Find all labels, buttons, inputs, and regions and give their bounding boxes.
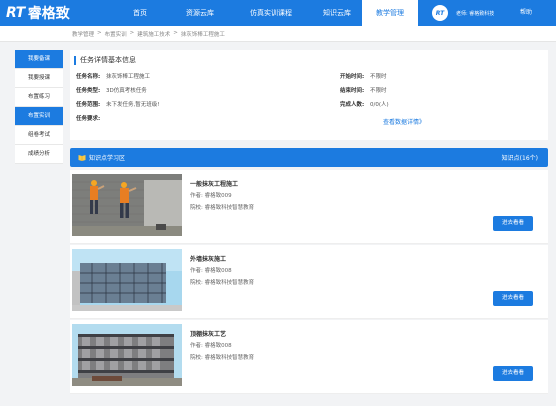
info-label: 结束时间:: [340, 88, 365, 94]
plaster-workers-thumbnail[interactable]: [72, 174, 182, 236]
logo[interactable]: RT 睿格致: [6, 3, 70, 23]
info-row-task-type: 任务类型: 3D仿真考核任务: [76, 86, 147, 94]
sidebar-item-exam[interactable]: 组卷考试: [15, 126, 63, 145]
info-value: 未下发任务,暂无班级!: [106, 102, 160, 108]
breadcrumb-item[interactable]: 布置实训: [105, 30, 127, 38]
help-link[interactable]: 帮助: [520, 0, 532, 26]
info-label: 完成人数:: [340, 102, 365, 108]
book-icon: [78, 155, 86, 161]
card-author: 作者: 睿格致008: [190, 268, 232, 274]
enter-button[interactable]: 进去看看: [493, 216, 533, 231]
card-author: 作者: 睿格致008: [190, 343, 232, 349]
view-data-details-link[interactable]: 查看数据详情》: [383, 117, 425, 126]
breadcrumb-separator: >: [97, 30, 102, 36]
task-info-title: 任务详情基本信息: [74, 56, 136, 65]
task-info-panel: 任务详情基本信息 任务名称: 抹灰饰棒工程施工 任务类型: 3D仿真考核任务 任…: [70, 50, 548, 140]
breadcrumb-item[interactable]: 教学管理: [72, 30, 94, 38]
breadcrumb-item[interactable]: 建筑施工技术: [137, 30, 170, 38]
knowledge-card: 一般抹灰工程施工 作者: 睿格致009 院校: 睿格致科技智慧教育 进去看看: [70, 170, 548, 244]
info-label: 任务类型:: [76, 88, 101, 94]
avatar[interactable]: RT: [432, 5, 448, 21]
sidebar-item-score-analysis[interactable]: 成绩分析: [15, 145, 63, 164]
knowledge-count: 知识点(16个): [501, 155, 538, 162]
knowledge-title-text: 知识点学习区: [89, 155, 126, 162]
nav-teaching-management[interactable]: 教学管理: [362, 0, 418, 26]
info-row-start-time: 开始时间: 不限时: [340, 72, 387, 80]
info-row-task-scope: 任务范围: 未下发任务,暂无班级!: [76, 100, 159, 108]
breadcrumb-separator: >: [173, 30, 178, 36]
breadcrumb-bar: 教学管理 > 布置实训 > 建筑施工技术 > 抹灰饰棒工程施工: [0, 26, 556, 42]
info-value: 不限时: [370, 74, 387, 80]
logo-mark: RT: [6, 5, 25, 21]
info-row-task-requirements: 任务要求:: [76, 114, 106, 122]
user-area[interactable]: RT 老师: 睿格致科技: [432, 0, 494, 26]
breadcrumb-item-current: 抹灰饰棒工程施工: [180, 32, 225, 38]
main-nav: 首页 资源云库 仿真实训课程 知识云库 教学管理: [110, 0, 418, 26]
card-title[interactable]: 顶棚抹灰工艺: [190, 329, 226, 338]
sidebar-item-prepare-lessons[interactable]: 我要备课: [15, 50, 63, 69]
nav-simulation-courses[interactable]: 仿真实训课程: [230, 0, 312, 26]
card-title[interactable]: 外墙抹灰施工: [190, 254, 226, 263]
info-value: 0/0(人): [370, 102, 389, 108]
knowledge-card: 外墙抹灰施工 作者: 睿格致008 院校: 睿格致科技智慧教育 进去看看: [70, 245, 548, 319]
enter-button[interactable]: 进去看看: [493, 366, 533, 381]
info-label: 任务要求:: [76, 116, 101, 122]
card-school: 院校: 睿格致科技智慧教育: [190, 355, 255, 361]
user-name[interactable]: 老师: 睿格致科技: [456, 10, 494, 17]
info-label: 任务名称:: [76, 74, 101, 80]
wall-grid-thumbnail[interactable]: [72, 249, 182, 311]
logo-name: 睿格致: [27, 6, 70, 22]
knowledge-section-header: 知识点学习区 知识点(16个): [70, 148, 548, 167]
info-label: 任务范围:: [76, 102, 101, 108]
nav-home[interactable]: 首页: [110, 0, 170, 26]
breadcrumb-separator: >: [129, 30, 135, 36]
info-value: 3D仿真考核任务: [106, 88, 147, 94]
sidebar: 我要备课 我要授课 布置练习 布置实训 组卷考试 成绩分析: [15, 50, 63, 164]
breadcrumb: 教学管理 > 布置实训 > 建筑施工技术 > 抹灰饰棒工程施工: [72, 30, 225, 38]
info-value: 抹灰饰棒工程施工: [106, 74, 151, 80]
enter-button[interactable]: 进去看看: [493, 291, 533, 306]
card-school: 院校: 睿格致科技智慧教育: [190, 280, 255, 286]
nav-knowledge-library[interactable]: 知识云库: [312, 0, 362, 26]
card-author: 作者: 睿格致009: [190, 193, 232, 199]
card-title[interactable]: 一般抹灰工程施工: [190, 179, 238, 188]
sidebar-item-assign-training[interactable]: 布置实训: [15, 107, 63, 126]
info-label: 开始时间:: [340, 74, 365, 80]
nav-resource-library[interactable]: 资源云库: [170, 0, 230, 26]
sidebar-item-assign-practice[interactable]: 布置练习: [15, 88, 63, 107]
info-row-end-time: 结束时间: 不限时: [340, 86, 387, 94]
info-row-completed-count: 完成人数: 0/0(人): [340, 100, 389, 108]
top-nav-bar: RT 睿格致 首页 资源云库 仿真实训课程 知识云库 教学管理 RT 老师: 睿…: [0, 0, 556, 26]
info-value: 不限时: [370, 88, 387, 94]
card-school: 院校: 睿格致科技智慧教育: [190, 205, 255, 211]
info-row-task-name: 任务名称: 抹灰饰棒工程施工: [76, 72, 150, 80]
knowledge-card: 顶棚抹灰工艺 作者: 睿格致008 院校: 睿格致科技智慧教育 进去看看: [70, 320, 548, 394]
building-frame-thumbnail[interactable]: [72, 324, 182, 386]
knowledge-section-title: 知识点学习区: [78, 153, 125, 162]
sidebar-item-teach[interactable]: 我要授课: [15, 69, 63, 88]
